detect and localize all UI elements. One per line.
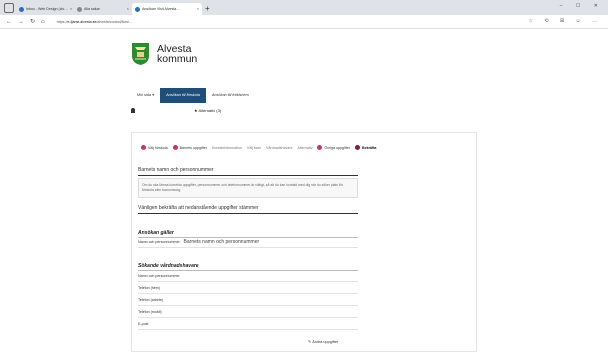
applies-row: Namn och personnummer: Barnets namn och … (138, 237, 358, 248)
browser-tab-label: Inbox - Web Design (clo… (26, 7, 68, 11)
step-label: Välj barn (246, 145, 262, 150)
browser-tab-label: Alla sakar (84, 7, 100, 11)
user-icon (131, 108, 135, 113)
form-panel: Välj förskola Barnets uppgifter Kontakti… (131, 132, 477, 352)
tab-actions-icon[interactable] (4, 3, 14, 13)
home-icon[interactable]: ⌂ (41, 19, 45, 25)
applies-heading: Ansökan gäller (138, 230, 174, 236)
browser-tab-bar: Inbox - Web Design (clo… × Alla sakar × … (0, 0, 608, 15)
url-field[interactable]: https://e-tjanst.alvesta.se/alvesta/cont… (53, 17, 448, 27)
row-label: Namn och personnummer: (138, 240, 181, 244)
guardian-heading: Sökande vårdnadshavare (138, 263, 199, 269)
municipal-crest-icon (132, 43, 149, 65)
close-icon[interactable]: × (70, 3, 72, 15)
url-prefix: https:// (56, 19, 68, 24)
browser-tab-2[interactable]: Alla sakar × (74, 3, 132, 15)
table-row: E-post (138, 319, 358, 330)
step-done-icon (141, 145, 146, 150)
site-logo[interactable]: Alvesta kommun (131, 42, 477, 66)
step-done-icon (172, 145, 178, 150)
refresh-icon[interactable]: ↻ (30, 18, 35, 25)
step-label: Vårdnadshavare (266, 145, 293, 150)
tab-favicon-icon (77, 6, 82, 12)
new-tab-icon[interactable]: + (205, 3, 210, 15)
tab-favicon-icon (19, 6, 24, 12)
close-icon[interactable]: × (127, 3, 129, 15)
step-label: Bekräfta (362, 145, 377, 150)
menu-item-preschool[interactable]: Ansökan till förskola (160, 88, 206, 103)
step-label: Välj förskola (148, 145, 168, 150)
step-label: Övriga uppgifter (324, 145, 351, 150)
url-path: /alvesta/control/flow/… (96, 19, 133, 24)
step-label: Alternativ (297, 145, 313, 150)
close-icon[interactable]: × (197, 3, 199, 15)
back-icon[interactable]: ← (6, 19, 12, 25)
url-host: e-tjanst.alvesta.se (67, 19, 97, 24)
section-divider (138, 213, 358, 214)
logo-wordmark: Alvesta kommun (157, 44, 198, 65)
forward-icon[interactable]: → (18, 19, 24, 25)
step-2[interactable]: Barnets uppgifter (172, 145, 207, 150)
edit-details-link[interactable]: ✎ Ändra uppgifter (308, 339, 338, 344)
menu-item-my-page[interactable]: Min sida ▾ (131, 88, 160, 103)
browser-tab-3[interactable]: Ansökan Visit Alvesta… × (132, 3, 202, 15)
table-row: Telefon (arbete) (138, 295, 358, 306)
step-done-icon (317, 145, 323, 150)
table-row: Telefon (mobil) (138, 307, 358, 318)
step-7[interactable]: Övriga uppgifter (317, 145, 350, 150)
step-6[interactable]: Alternativ (297, 146, 312, 150)
step-3[interactable]: Kontaktinformation (212, 146, 242, 150)
step-1[interactable]: Välj förskola (141, 145, 168, 150)
address-row: ← → ↻ ⌂ https://e-tjanst.alvesta.se/alve… (0, 15, 608, 29)
favorites-link[interactable]: ★ Alternativ (3) (194, 108, 221, 113)
table-row: Telefon (hem) (138, 283, 358, 294)
confirm-heading: Vänligen bekräfta att nedanstående uppgi… (138, 205, 259, 211)
browser-tab-1[interactable]: Inbox - Web Design (clo… × (16, 3, 74, 15)
user-row: ★ Alternativ (3) (131, 108, 477, 113)
browser-tab-label: Ansökan Visit Alvesta… (142, 7, 180, 11)
step-4[interactable]: Välj barn (247, 146, 261, 150)
section-title: Barnets namn och personnummer (138, 167, 214, 173)
row-value: Barnets namn och personnummer (183, 239, 260, 245)
info-box: Om du ska lämna korrekta uppgifter, pers… (138, 178, 358, 198)
step-label: Kontaktinformation (211, 145, 242, 150)
step-label: Barnets uppgifter (179, 145, 207, 150)
step-5[interactable]: Vårdnadshavare (266, 146, 292, 150)
browser-toolbar-icons[interactable]: ☆ ⟲ ⊞ ☺ … (528, 18, 602, 24)
step-current-icon (355, 145, 361, 150)
window-controls[interactable]: – ☐ ✕ (560, 3, 604, 9)
step-indicator: Välj förskola Barnets uppgifter Kontakti… (141, 145, 381, 150)
logo-line2: kommun (157, 53, 198, 65)
main-menu: Min sida ▾ Ansökan till förskola Ansökan… (131, 88, 477, 103)
page-content: Alvesta kommun Min sida ▾ Ansökan till f… (131, 42, 477, 352)
section-divider (138, 175, 358, 176)
table-row: Namn och personnummer (138, 271, 358, 282)
step-8[interactable]: Bekräfta (355, 145, 376, 150)
tab-favicon-icon (135, 6, 140, 12)
menu-item-after-school[interactable]: Ansökan till fritidshem (206, 88, 255, 103)
